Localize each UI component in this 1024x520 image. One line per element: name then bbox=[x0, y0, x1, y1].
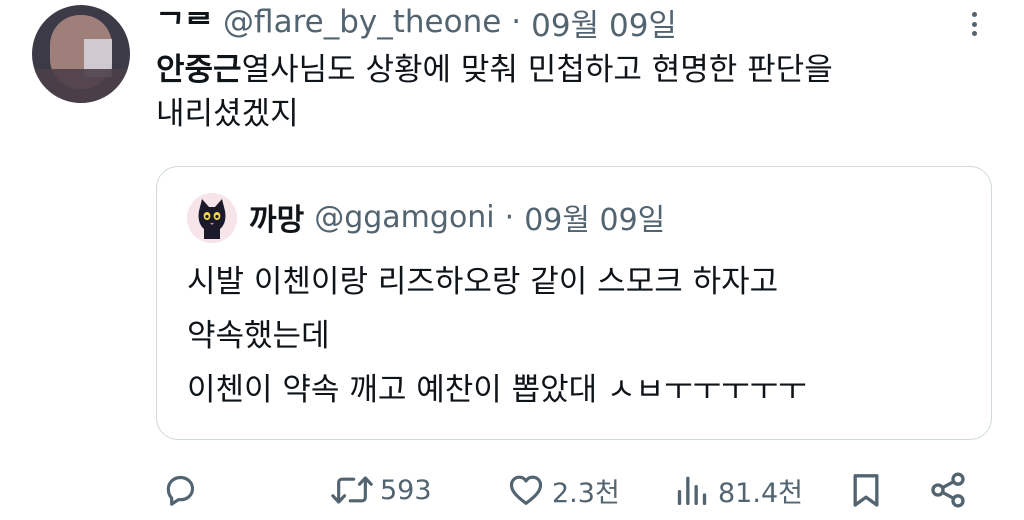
display-name[interactable]: ᄀᄅ bbox=[156, 0, 213, 45]
tweet-text: 안중근열사님도 상황에 맞춰 민첩하고 현명한 판단을 내리셨겠지 bbox=[156, 48, 986, 136]
quote-separator-dot: · bbox=[504, 199, 515, 235]
reply-icon bbox=[166, 475, 195, 506]
quote-user-handle[interactable]: @ggamgoni bbox=[314, 200, 494, 235]
tweet-text-line-1: 열사님도 상황에 맞춰 민첩하고 현명한 판단을 bbox=[241, 52, 833, 88]
share-button[interactable] bbox=[928, 468, 968, 512]
user-handle[interactable]: @flare_by_theone bbox=[223, 4, 501, 40]
views-icon bbox=[677, 476, 707, 505]
tweet: ᄀᄅ @flare_by_theone · 09월 09일 안중근열사님도 상황… bbox=[0, 0, 1024, 520]
bookmark-icon bbox=[853, 474, 879, 507]
tweet-header: ᄀᄅ @flare_by_theone · 09월 09일 bbox=[156, 0, 677, 45]
action-bar: 593 2.3천 81.4천 bbox=[0, 462, 1024, 518]
retweet-button[interactable]: 593 bbox=[330, 468, 432, 512]
like-button[interactable]: 2.3천 bbox=[506, 468, 620, 512]
mention-text: 안중근 bbox=[156, 52, 242, 88]
black-cat-icon bbox=[187, 193, 237, 243]
bookmark-button[interactable] bbox=[846, 468, 886, 512]
quote-avatar[interactable] bbox=[187, 193, 237, 243]
view-count: 81.4천 bbox=[718, 477, 803, 509]
tweet-date[interactable]: 09월 09일 bbox=[531, 0, 677, 45]
quote-text: 시발 이첸이랑 리즈하오랑 같이 스모크 하자고 약속했는데 이첸이 약속 깨고… bbox=[187, 255, 977, 417]
separator-dot: · bbox=[511, 4, 522, 40]
share-icon bbox=[931, 472, 965, 508]
avatar[interactable] bbox=[32, 5, 130, 103]
avatar-blur-patch-bottom bbox=[34, 69, 128, 103]
retweet-count: 593 bbox=[380, 474, 432, 506]
quote-text-line-3: 이첸이 약속 깨고 예찬이 뽑았대 ㅅㅂㅜㅜㅜㅜㅜ bbox=[187, 372, 807, 408]
quote-tweet-card[interactable]: 까망 @ggamgoni · 09월 09일 시발 이첸이랑 리즈하오랑 같이 … bbox=[156, 166, 992, 440]
like-count: 2.3천 bbox=[552, 477, 620, 509]
quote-text-line-2: 약속했는데 bbox=[187, 318, 330, 354]
views-button[interactable]: 81.4천 bbox=[672, 468, 803, 512]
quote-header: 까망 @ggamgoni · 09월 09일 bbox=[249, 195, 665, 239]
like-icon bbox=[509, 475, 543, 505]
quote-display-name[interactable]: 까망 bbox=[249, 195, 304, 239]
quote-text-line-1: 시발 이첸이랑 리즈하오랑 같이 스모크 하자고 bbox=[187, 264, 779, 300]
quote-date[interactable]: 09월 09일 bbox=[524, 195, 665, 239]
tweet-text-line-2: 내리셨겠지 bbox=[156, 96, 299, 132]
more-icon[interactable] bbox=[962, 10, 986, 38]
retweet-icon bbox=[331, 476, 373, 504]
reply-button[interactable] bbox=[160, 468, 200, 512]
